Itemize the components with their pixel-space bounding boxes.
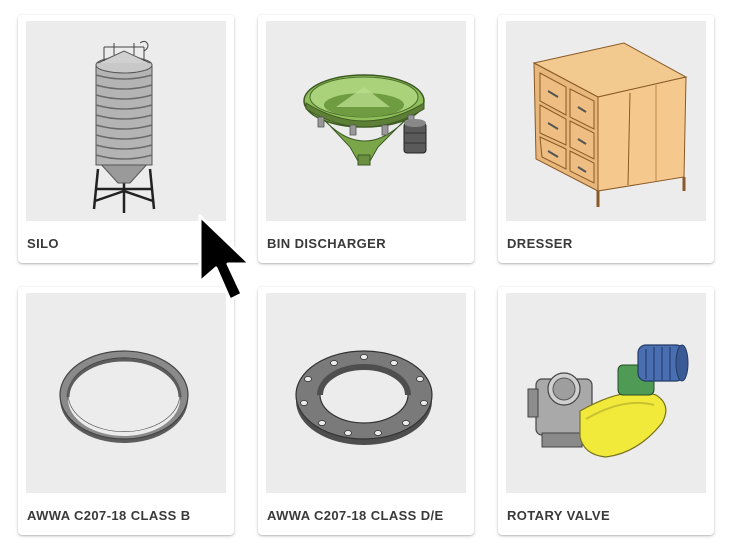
product-label: DRESSER xyxy=(507,236,573,251)
product-label: AWWA C207-18 CLASS D/E xyxy=(267,508,444,523)
product-card-dresser[interactable]: DRESSER xyxy=(498,15,714,263)
product-thumbnail xyxy=(26,21,226,221)
rotary-valve-icon xyxy=(527,344,689,458)
product-card-awwa-class-de[interactable]: AWWA C207-18 CLASS D/E xyxy=(258,287,474,535)
flat-ring-icon xyxy=(59,350,189,443)
dresser-icon xyxy=(532,42,688,207)
product-thumbnail xyxy=(266,293,466,493)
product-card-rotary-valve[interactable]: ROTARY VALVE xyxy=(498,287,714,535)
product-thumbnail xyxy=(506,21,706,221)
product-card-silo[interactable]: SILO xyxy=(18,15,234,263)
product-grid: SILO BIN DISCHARGER DRESSER AWWA C207-18… xyxy=(0,0,740,552)
product-label: SILO xyxy=(27,236,59,251)
product-label: ROTARY VALVE xyxy=(507,508,611,523)
product-card-bin-discharger[interactable]: BIN DISCHARGER xyxy=(258,15,474,263)
product-thumbnail xyxy=(26,293,226,493)
product-label: BIN DISCHARGER xyxy=(267,236,386,251)
flange-icon xyxy=(295,350,433,445)
product-label: AWWA C207-18 CLASS B xyxy=(27,508,191,523)
bin-discharger-icon xyxy=(303,74,427,166)
product-thumbnail xyxy=(506,293,706,493)
product-thumbnail xyxy=(266,21,466,221)
silo-icon xyxy=(92,40,156,213)
product-card-awwa-class-b[interactable]: AWWA C207-18 CLASS B xyxy=(18,287,234,535)
